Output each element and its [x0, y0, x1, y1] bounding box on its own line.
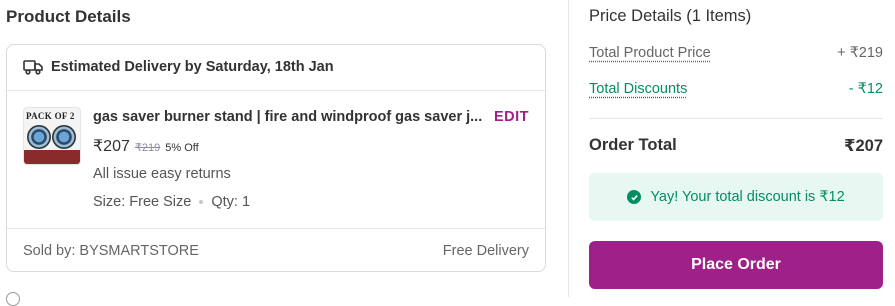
- product-mrp: ₹219: [134, 142, 161, 154]
- radio-icon[interactable]: [6, 292, 20, 306]
- order-total-label: Order Total: [589, 136, 677, 154]
- thumbnail-base: [24, 150, 80, 164]
- edit-button[interactable]: EDIT: [494, 109, 529, 125]
- separator-dot: [199, 200, 204, 204]
- thumbnail-pack-label: PACK OF 2: [26, 111, 75, 121]
- product-price: ₹207: [93, 138, 130, 155]
- returns-policy: All issue easy returns: [93, 166, 231, 182]
- product-details-panel: Product Details Estimated Delivery by Sa…: [0, 0, 568, 306]
- discount-banner: Yay! Your total discount is ₹12: [589, 173, 883, 221]
- total-product-price-value: + ₹219: [837, 45, 883, 61]
- total-discounts-label[interactable]: Total Discounts: [589, 81, 687, 97]
- sold-by: Sold by: BYSMARTSTORE: [23, 243, 199, 259]
- check-icon: [627, 190, 642, 204]
- price-details-title: Price Details (1 Items): [589, 7, 752, 25]
- product-thumbnail[interactable]: PACK OF 2: [23, 107, 81, 165]
- price-details-panel: Price Details (1 Items) Total Product Pr…: [569, 0, 895, 297]
- divider: [7, 90, 545, 91]
- divider: [7, 228, 545, 229]
- product-name[interactable]: gas saver burner stand | fire and windpr…: [93, 109, 485, 125]
- product-meta: Size: Free Size Qty: 1: [93, 194, 250, 210]
- product-discount: 5% Off: [165, 142, 199, 154]
- discount-banner-text: Yay! Your total discount is ₹12: [650, 189, 845, 205]
- product-qty: Qty: 1: [211, 194, 251, 210]
- total-product-price-row: Total Product Price + ₹219: [589, 45, 883, 61]
- delivery-fee: Free Delivery: [442, 243, 529, 259]
- burner-image: [27, 125, 51, 149]
- product-size: Size: Free Size: [93, 194, 192, 210]
- product-card: Estimated Delivery by Saturday, 18th Jan…: [6, 44, 546, 272]
- product-details-title: Product Details: [6, 7, 131, 26]
- delivery-text: Estimated Delivery by Saturday, 18th Jan: [51, 59, 334, 75]
- total-discounts-row: Total Discounts - ₹12: [589, 81, 883, 97]
- order-total-value: ₹207: [843, 137, 883, 155]
- estimated-delivery: Estimated Delivery by Saturday, 18th Jan: [23, 59, 334, 75]
- divider: [589, 118, 883, 119]
- price-row: ₹207 ₹219 5% Off: [93, 136, 199, 156]
- burner-image: [52, 125, 76, 149]
- order-total-row: Order Total ₹207: [589, 136, 883, 156]
- truck-icon: [23, 59, 43, 75]
- total-product-price-label[interactable]: Total Product Price: [589, 45, 711, 61]
- place-order-button[interactable]: Place Order: [589, 241, 883, 289]
- total-discounts-value: - ₹12: [848, 81, 883, 97]
